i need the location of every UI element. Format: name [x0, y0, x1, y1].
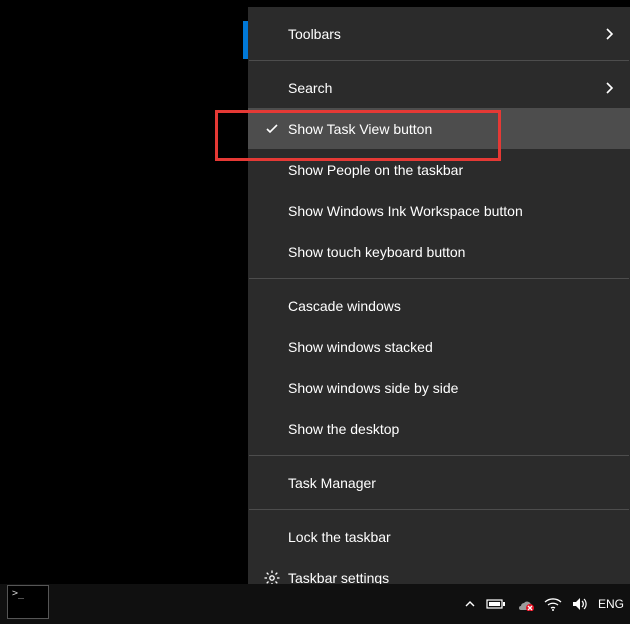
menu-item-show-people[interactable]: Show People on the taskbar [248, 149, 630, 190]
onedrive-error-icon[interactable] [516, 597, 534, 611]
cmd-icon: >_ [12, 589, 24, 599]
wifi-icon[interactable] [544, 597, 562, 611]
menu-item-label: Cascade windows [282, 298, 598, 314]
menu-item-toolbars[interactable]: Toolbars [248, 13, 630, 54]
menu-item-lock-taskbar[interactable]: Lock the taskbar [248, 516, 630, 557]
taskbar-context-menu: Toolbars Search Show Task View button Show … [248, 7, 630, 604]
menu-item-show-task-view[interactable]: Show Task View button [248, 108, 630, 149]
menu-item-label: Show touch keyboard button [282, 244, 598, 260]
tray-chevron-up-icon[interactable] [464, 598, 476, 610]
menu-item-label: Show People on the taskbar [282, 162, 598, 178]
menu-item-label: Show windows stacked [282, 339, 598, 355]
menu-item-stacked[interactable]: Show windows stacked [248, 326, 630, 367]
menu-item-label: Search [282, 80, 598, 96]
system-tray: ENG [464, 584, 624, 624]
menu-item-label: Lock the taskbar [282, 529, 598, 545]
menu-item-search[interactable]: Search [248, 67, 630, 108]
menu-group: Task Manager [248, 456, 630, 509]
volume-icon[interactable] [572, 597, 588, 611]
menu-group: Toolbars [248, 7, 630, 60]
taskbar[interactable]: >_ ENG [0, 584, 630, 624]
chevron-right-icon [598, 27, 614, 41]
desktop: Toolbars Search Show Task View button Show … [0, 0, 630, 624]
menu-item-show-ink[interactable]: Show Windows Ink Workspace button [248, 190, 630, 231]
menu-group: Search Show Task View button Show People o… [248, 61, 630, 278]
taskbar-app-cmd[interactable]: >_ [7, 585, 49, 619]
language-indicator[interactable]: ENG [598, 597, 624, 611]
menu-item-show-touch-kb[interactable]: Show touch keyboard button [248, 231, 630, 272]
menu-item-task-manager[interactable]: Task Manager [248, 462, 630, 503]
chevron-right-icon [598, 81, 614, 95]
menu-item-side-by-side[interactable]: Show windows side by side [248, 367, 630, 408]
menu-item-label: Task Manager [282, 475, 598, 491]
menu-item-cascade[interactable]: Cascade windows [248, 285, 630, 326]
menu-item-label: Toolbars [282, 26, 598, 42]
menu-group: Cascade windows Show windows stacked Show … [248, 279, 630, 455]
battery-icon[interactable] [486, 598, 506, 610]
menu-item-label: Show Windows Ink Workspace button [282, 203, 598, 219]
menu-item-show-desktop[interactable]: Show the desktop [248, 408, 630, 449]
menu-item-label: Show Task View button [282, 121, 598, 137]
menu-item-label: Show the desktop [282, 421, 598, 437]
menu-item-label: Show windows side by side [282, 380, 598, 396]
check-icon [262, 121, 282, 137]
